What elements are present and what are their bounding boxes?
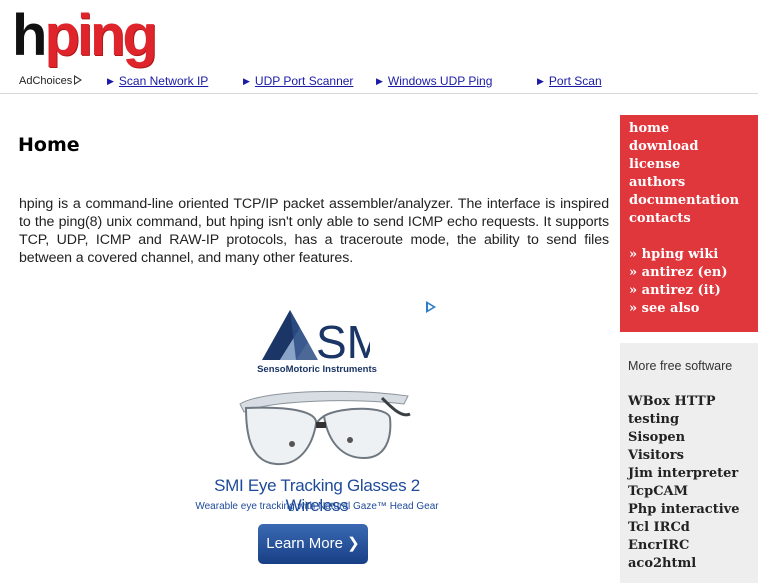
link-antirez-en[interactable]: » antirez (en) [629, 265, 728, 280]
software-link[interactable]: Sisopen [628, 430, 685, 445]
ad-link-scan-network-ip[interactable]: ▶ Scan Network IP [107, 74, 208, 88]
smi-company-name: SensoMotoric Instruments [257, 364, 377, 375]
more-software-panel: More free software WBox HTTP testing Sis… [620, 343, 758, 583]
software-link[interactable]: aco2html [628, 556, 696, 571]
sidebar-nav: home download license authors documentat… [620, 115, 758, 332]
ad-links-bar: AdChoices ▶ Scan Network IP ▶ UDP Port Sca… [0, 72, 758, 92]
software-link[interactable]: WBox HTTP [628, 394, 715, 409]
logo-h: h [12, 3, 47, 68]
ad-link-label: Windows UDP Ping [387, 74, 493, 88]
adchoices-icon [74, 75, 83, 85]
link-see-also[interactable]: » see also [629, 301, 699, 316]
ad-link-port-scan[interactable]: ▶ Port Scan [537, 74, 602, 88]
nav-documentation[interactable]: documentation [629, 193, 739, 208]
triangle-right-icon: ▶ [376, 76, 383, 86]
link-hping-wiki[interactable]: » hping wiki [629, 247, 718, 262]
logo-ping: ping [44, 3, 157, 68]
ad-link-label: UDP Port Scanner [254, 74, 354, 88]
smi-brand-text: SMI [316, 316, 370, 364]
nav-download[interactable]: download [629, 139, 699, 154]
ad-link-udp-port-scanner[interactable]: ▶ UDP Port Scanner [243, 74, 353, 88]
triangle-right-icon: ▶ [107, 76, 114, 86]
software-link[interactable]: Php interactive [628, 502, 739, 517]
nav-contacts[interactable]: contacts [629, 211, 691, 226]
ad-link-label: Port Scan [548, 74, 602, 88]
software-link[interactable]: EncrIRC [628, 538, 689, 553]
adchoices-label: AdChoices [19, 75, 73, 87]
software-link[interactable]: Tcl IRCd [628, 520, 690, 535]
more-software-title: More free software [628, 359, 733, 373]
software-link[interactable]: Visitors [628, 448, 684, 463]
adchoices-play-icon[interactable] [426, 301, 436, 313]
nav-home[interactable]: home [629, 121, 669, 136]
smi-logo: SMI [262, 310, 370, 364]
software-link[interactable]: Jim interpreter [628, 466, 738, 481]
hping-logo[interactable]: hping [12, 3, 158, 68]
triangle-right-icon: ▶ [537, 76, 544, 86]
nav-license[interactable]: license [629, 157, 680, 172]
learn-more-button[interactable]: Learn More ❯ [258, 524, 368, 564]
eye-tracking-glasses-image [239, 390, 411, 466]
ad-link-label: Scan Network IP [118, 74, 209, 88]
header-divider [0, 93, 758, 94]
smi-ad-banner[interactable]: SMI SensoMotoric Instruments SMI Eye Tra… [182, 296, 452, 582]
adchoices[interactable]: AdChoices [19, 75, 83, 87]
nav-authors[interactable]: authors [629, 175, 685, 190]
intro-paragraph: hping is a command-line oriented TCP/IP … [19, 196, 609, 266]
software-link[interactable]: TcpCAM [628, 484, 688, 499]
page-title: Home [18, 134, 80, 156]
ad-subline: Wearable eye tracking with Natural Gaze™… [195, 501, 439, 512]
triangle-right-icon: ▶ [243, 76, 250, 86]
ad-link-windows-udp-ping[interactable]: ▶ Windows UDP Ping [376, 74, 492, 88]
software-link[interactable]: testing [628, 412, 679, 427]
link-antirez-it[interactable]: » antirez (it) [629, 283, 721, 298]
